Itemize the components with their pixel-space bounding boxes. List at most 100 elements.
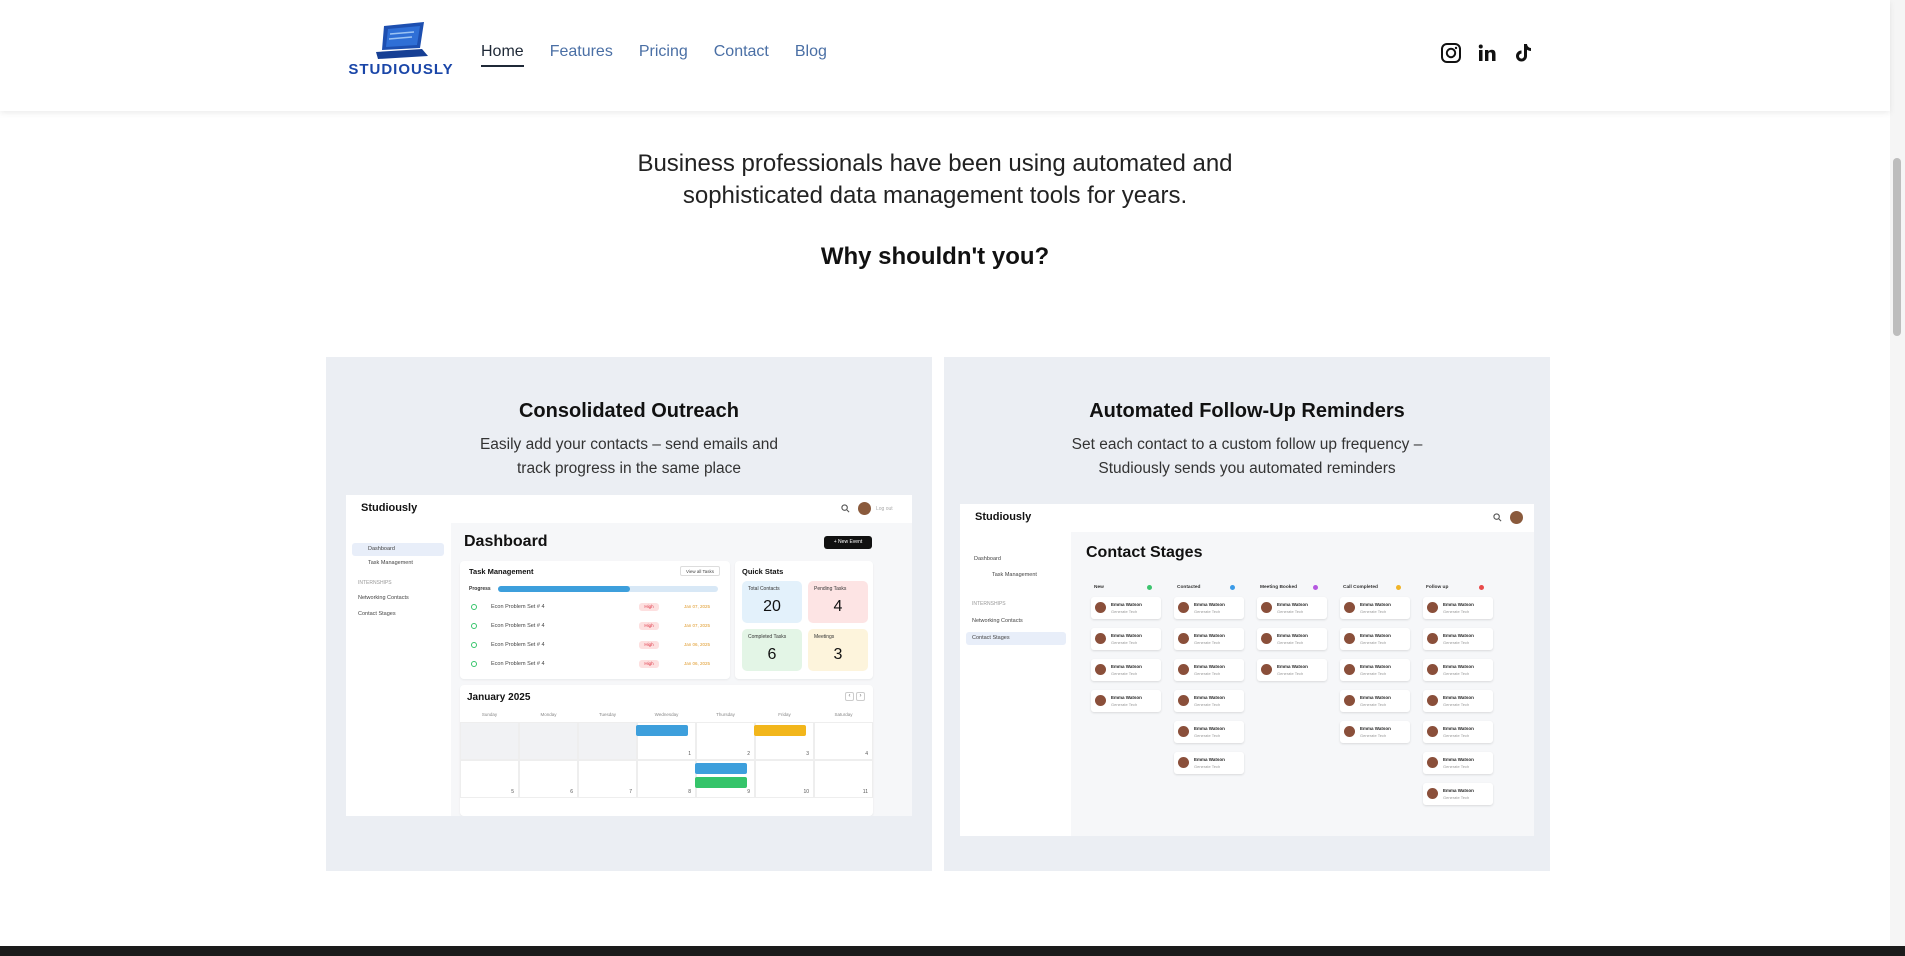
next-month-button[interactable]: › (856, 692, 865, 701)
contact-card[interactable]: Emma Watson Generate Tech (1091, 628, 1161, 650)
calendar-cell[interactable]: 10 (755, 760, 814, 798)
contact-name: Emma Watson (1360, 695, 1391, 700)
nav-features[interactable]: Features (550, 43, 613, 67)
calendar-cell[interactable]: 8 (637, 760, 696, 798)
app-brand: Studiously (361, 502, 418, 514)
sidebar-item-tasks[interactable]: Task Management (992, 572, 1037, 578)
task-checkbox[interactable] (471, 661, 477, 667)
contact-card[interactable]: Emma Watson Generate Tech (1174, 659, 1244, 681)
sidebar-section: INTERNSHIPS (972, 601, 1006, 607)
calendar-event[interactable] (695, 777, 747, 788)
sidebar-item-dashboard[interactable]: Dashboard (974, 556, 1001, 562)
contact-card[interactable]: Emma Watson Generate Tech (1174, 628, 1244, 650)
nav-blog[interactable]: Blog (795, 43, 827, 67)
contact-card[interactable]: Emma Watson Generate Tech (1174, 597, 1244, 619)
calendar-cell[interactable] (578, 722, 637, 760)
contact-name: Emma Watson (1194, 695, 1225, 700)
contact-company: Generate Tech (1194, 671, 1221, 676)
calendar-cell[interactable]: 2 (696, 722, 755, 760)
contact-card[interactable]: Emma Watson Generate Tech (1174, 752, 1244, 774)
contact-card[interactable]: Emma Watson Generate Tech (1340, 690, 1410, 712)
linkedin-icon[interactable] (1476, 42, 1498, 64)
logout-link[interactable]: Log out (876, 506, 893, 512)
contact-name: Emma Watson (1360, 664, 1391, 669)
avatar (1344, 602, 1355, 613)
contact-card[interactable]: Emma Watson Generate Tech (1091, 690, 1161, 712)
status-dot-icon (1147, 585, 1152, 590)
sidebar-item-networking[interactable]: Networking Contacts (972, 618, 1023, 624)
nav-contact[interactable]: Contact (714, 43, 769, 67)
card-desc-line-2: Studiously sends you automated reminders (1098, 460, 1396, 477)
task-checkbox[interactable] (471, 642, 477, 648)
calendar-cell[interactable] (460, 722, 519, 760)
contact-stages-screenshot: Studiously Dashboard Task Management INT… (960, 504, 1534, 836)
contact-card[interactable]: Emma Watson Generate Tech (1174, 690, 1244, 712)
contact-company: Generate Tech (1443, 795, 1470, 800)
contact-name: Emma Watson (1360, 726, 1391, 731)
sidebar-item-stages[interactable]: Contact Stages (358, 611, 396, 617)
tiktok-icon[interactable] (1512, 42, 1534, 64)
nav-home[interactable]: Home (481, 43, 524, 67)
calendar-cell[interactable]: 5 (460, 760, 519, 798)
calendar-date: 2 (747, 751, 750, 757)
contact-card[interactable]: Emma Watson Generate Tech (1423, 628, 1493, 650)
logo[interactable]: STUDIOUSLY (346, 22, 456, 78)
instagram-icon[interactable] (1440, 42, 1462, 64)
contact-card[interactable]: Emma Watson Generate Tech (1257, 659, 1327, 681)
avatar[interactable] (858, 502, 871, 515)
contact-card[interactable]: Emma Watson Generate Tech (1423, 597, 1493, 619)
view-all-tasks-button[interactable]: View all Tasks (680, 566, 720, 576)
contact-company: Generate Tech (1194, 733, 1221, 738)
contact-card[interactable]: Emma Watson Generate Tech (1091, 597, 1161, 619)
contact-card[interactable]: Emma Watson Generate Tech (1340, 721, 1410, 743)
contact-card[interactable]: Emma Watson Generate Tech (1174, 721, 1244, 743)
calendar-event[interactable] (754, 725, 806, 736)
calendar-cell[interactable]: 11 (814, 760, 873, 798)
calendar-cell[interactable] (519, 722, 578, 760)
contact-company: Generate Tech (1111, 702, 1138, 707)
contact-name: Emma Watson (1277, 633, 1308, 638)
task-date: Jan 07, 2025 (684, 623, 711, 628)
sidebar-item-tasks[interactable]: Task Management (368, 560, 413, 566)
priority-badge: High (639, 641, 659, 649)
contact-card[interactable]: Emma Watson Generate Tech (1340, 628, 1410, 650)
contact-card[interactable]: Emma Watson Generate Tech (1423, 783, 1493, 805)
contact-card[interactable]: Emma Watson Generate Tech (1091, 659, 1161, 681)
scrollbar-track[interactable] (1890, 0, 1905, 946)
calendar-cell[interactable]: 7 (578, 760, 637, 798)
avatar[interactable] (1510, 511, 1523, 524)
main-nav: Home Features Pricing Contact Blog (481, 43, 827, 67)
progress-track (498, 586, 718, 592)
calendar-cell[interactable]: 4 (814, 722, 873, 760)
contact-card[interactable]: Emma Watson Generate Tech (1340, 597, 1410, 619)
contact-company: Generate Tech (1360, 733, 1387, 738)
nav-pricing[interactable]: Pricing (639, 43, 688, 67)
task-panel: Task Management View all Tasks Progress … (460, 561, 730, 679)
calendar-cell[interactable]: 6 (519, 760, 578, 798)
status-dot-icon (1230, 585, 1235, 590)
task-checkbox[interactable] (471, 623, 477, 629)
sidebar-item-dashboard[interactable]: Dashboard (352, 543, 444, 556)
contact-card[interactable]: Emma Watson Generate Tech (1257, 597, 1327, 619)
task-checkbox[interactable] (471, 604, 477, 610)
sidebar-item-networking[interactable]: Networking Contacts (358, 595, 409, 601)
contact-card[interactable]: Emma Watson Generate Tech (1340, 659, 1410, 681)
sidebar-item-stages[interactable]: Contact Stages (966, 632, 1066, 645)
contact-card[interactable]: Emma Watson Generate Tech (1257, 628, 1327, 650)
page: STUDIOUSLY Home Features Pricing Contact… (0, 0, 1905, 956)
calendar-date: 5 (511, 789, 514, 795)
new-event-button[interactable]: + New Event (824, 536, 872, 549)
calendar-event[interactable] (636, 725, 688, 736)
contact-name: Emma Watson (1443, 633, 1474, 638)
contact-card[interactable]: Emma Watson Generate Tech (1423, 690, 1493, 712)
scrollbar-thumb[interactable] (1893, 158, 1901, 336)
contact-card[interactable]: Emma Watson Generate Tech (1423, 659, 1493, 681)
contact-card[interactable]: Emma Watson Generate Tech (1423, 721, 1493, 743)
contact-company: Generate Tech (1360, 609, 1387, 614)
prev-month-button[interactable]: ‹ (845, 692, 854, 701)
stat-value: 20 (763, 598, 781, 615)
contact-card[interactable]: Emma Watson Generate Tech (1423, 752, 1493, 774)
contact-name: Emma Watson (1194, 757, 1225, 762)
contact-company: Generate Tech (1277, 640, 1304, 645)
calendar-event[interactable] (695, 763, 747, 774)
